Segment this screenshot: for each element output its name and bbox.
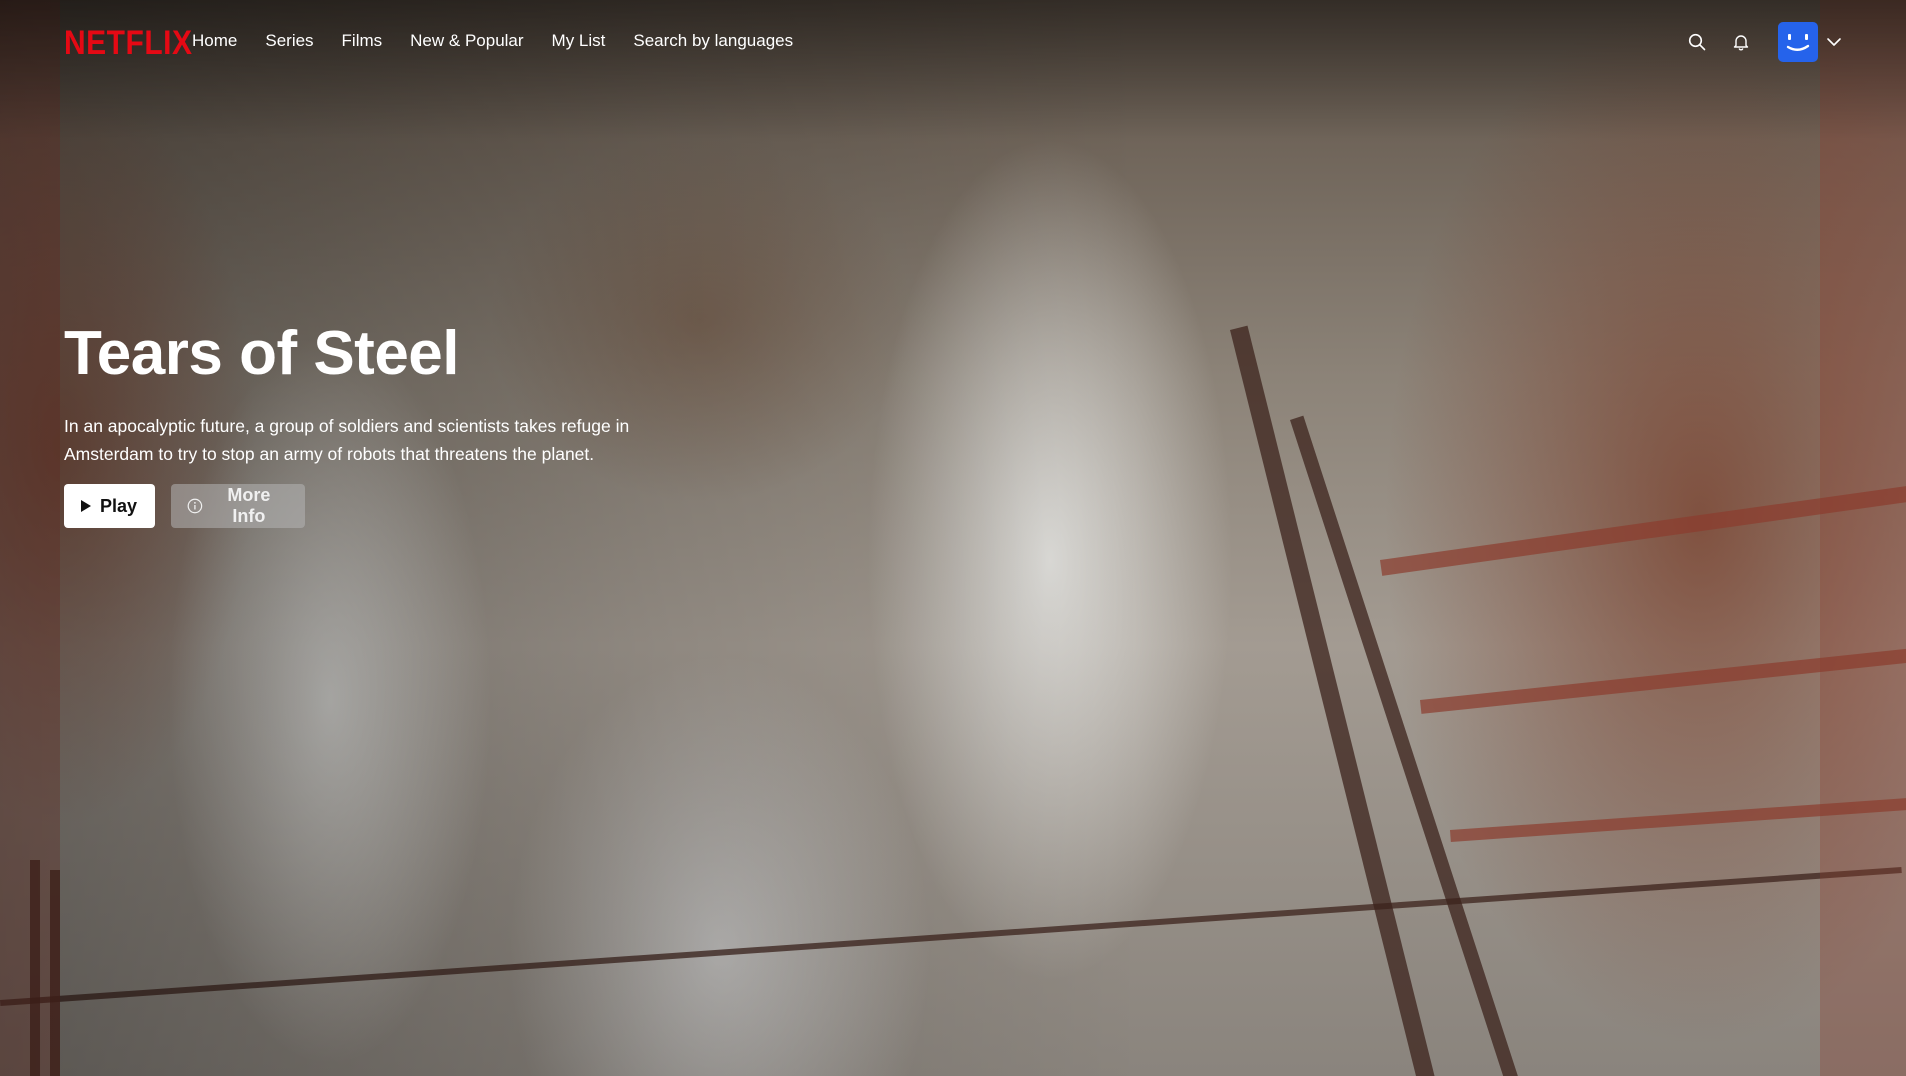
nav-item-films[interactable]: Films	[342, 31, 383, 51]
play-button[interactable]: Play	[64, 484, 155, 528]
play-icon	[81, 500, 91, 512]
bell-icon[interactable]	[1729, 30, 1753, 54]
hero-description: In an apocalyptic future, a group of sol…	[64, 416, 630, 464]
primary-nav: Home Series Films New & Popular My List …	[192, 31, 793, 51]
netflix-logo[interactable]: NETFLIX	[64, 24, 193, 63]
nav-item-search-by-languages[interactable]: Search by languages	[633, 31, 793, 51]
nav-item-series[interactable]: Series	[265, 31, 313, 51]
hero-banner	[0, 0, 1906, 1076]
info-icon	[187, 498, 203, 514]
chevron-down-icon[interactable]	[1824, 32, 1844, 52]
hero-info: Tears of Steel In an apocalyptic future,…	[64, 318, 644, 528]
play-button-label: Play	[100, 495, 138, 516]
nav-item-my-list[interactable]: My List	[552, 31, 606, 51]
nav-item-new-popular[interactable]: New & Popular	[410, 31, 523, 51]
profile-avatar[interactable]	[1778, 22, 1818, 62]
more-info-button[interactable]: More Info	[171, 484, 305, 528]
hero-gradient-overlay	[0, 0, 1906, 1076]
hero-actions: Play More Info	[64, 484, 644, 528]
top-navigation-bar: NETFLIX Home Series Films New & Popular …	[0, 0, 1906, 84]
search-icon[interactable]	[1685, 30, 1709, 54]
hero-title: Tears of Steel	[64, 319, 460, 388]
nav-item-home[interactable]: Home	[192, 31, 237, 51]
more-info-button-label: More Info	[227, 485, 271, 526]
